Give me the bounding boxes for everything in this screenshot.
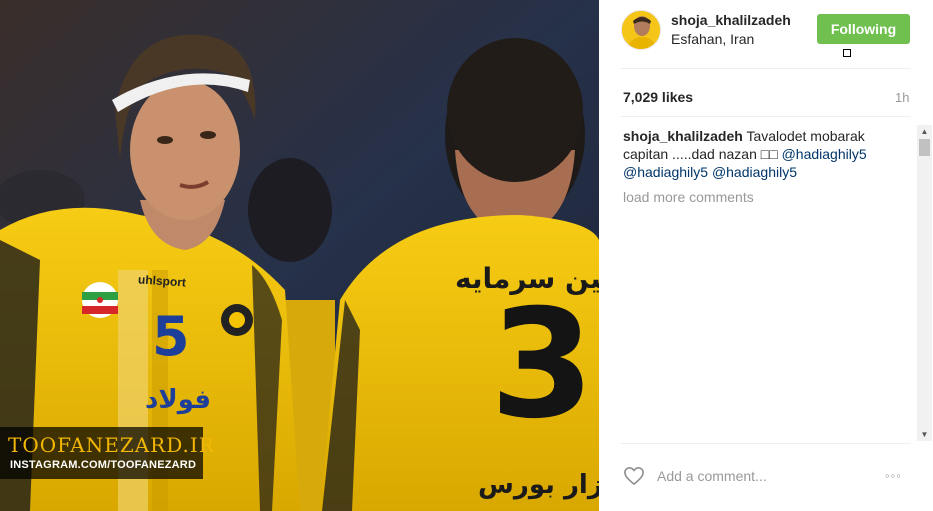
jersey-number-left: 5 <box>152 305 190 368</box>
header-divider <box>621 68 911 69</box>
likes-count[interactable]: 7,029 likes <box>623 89 693 105</box>
scroll-up-arrow-icon[interactable]: ▲ <box>917 125 932 138</box>
likes-divider <box>621 116 911 117</box>
post-time[interactable]: 1h <box>895 90 909 105</box>
comments-divider <box>621 443 911 444</box>
add-comment-input[interactable] <box>657 464 867 488</box>
post-photo[interactable]: uhlsport 5 فولاد بین سرمایه 3 گزار بورس … <box>0 0 599 511</box>
caption-username[interactable]: shoja_khalilzadeh <box>623 128 743 144</box>
jersey-number-right: 3 <box>490 278 595 452</box>
load-more-comments-link[interactable]: load more comments <box>623 188 903 206</box>
jersey-text-right-bottom: گزار بورس <box>478 470 599 500</box>
jersey-sponsor-left: فولاد <box>145 385 212 415</box>
mention-link[interactable]: @hadiaghily5 <box>623 164 708 180</box>
scrollbar-thumb[interactable] <box>919 139 930 156</box>
comments-scrollbar[interactable]: ▲ ▼ <box>917 125 932 441</box>
post-location[interactable]: Esfahan, Iran <box>671 31 754 47</box>
comments-list: shoja_khalilzadeh Tavalodet mobarak capi… <box>623 127 903 442</box>
watermark-subtitle: INSTAGRAM.COM/TOOFANEZARD <box>10 459 197 471</box>
post-details-panel: shoja_khalilzadeh Esfahan, Iran Followin… <box>599 0 933 511</box>
watermark-title: TOOFANEZARD.IR <box>8 433 215 457</box>
more-options-icon[interactable]: ◦◦◦ <box>885 466 911 486</box>
add-comment-row: ◦◦◦ <box>599 456 933 500</box>
watermark: TOOFANEZARD.IR INSTAGRAM.COM/TOOFANEZARD <box>0 427 214 479</box>
following-button[interactable]: Following <box>817 14 910 44</box>
caption: shoja_khalilzadeh Tavalodet mobarak capi… <box>623 127 903 181</box>
mention-link[interactable]: @hadiaghily5 <box>712 164 797 180</box>
scroll-down-arrow-icon[interactable]: ▼ <box>917 428 932 441</box>
mention-link[interactable]: @hadiaghily5 <box>782 146 867 162</box>
mouse-cursor-indicator <box>843 49 851 57</box>
post-header: shoja_khalilzadeh Esfahan, Iran Followin… <box>599 0 933 68</box>
post-username[interactable]: shoja_khalilzadeh <box>671 12 791 28</box>
avatar[interactable] <box>621 10 661 50</box>
avatar-image <box>622 11 660 49</box>
heart-icon[interactable] <box>623 466 645 486</box>
